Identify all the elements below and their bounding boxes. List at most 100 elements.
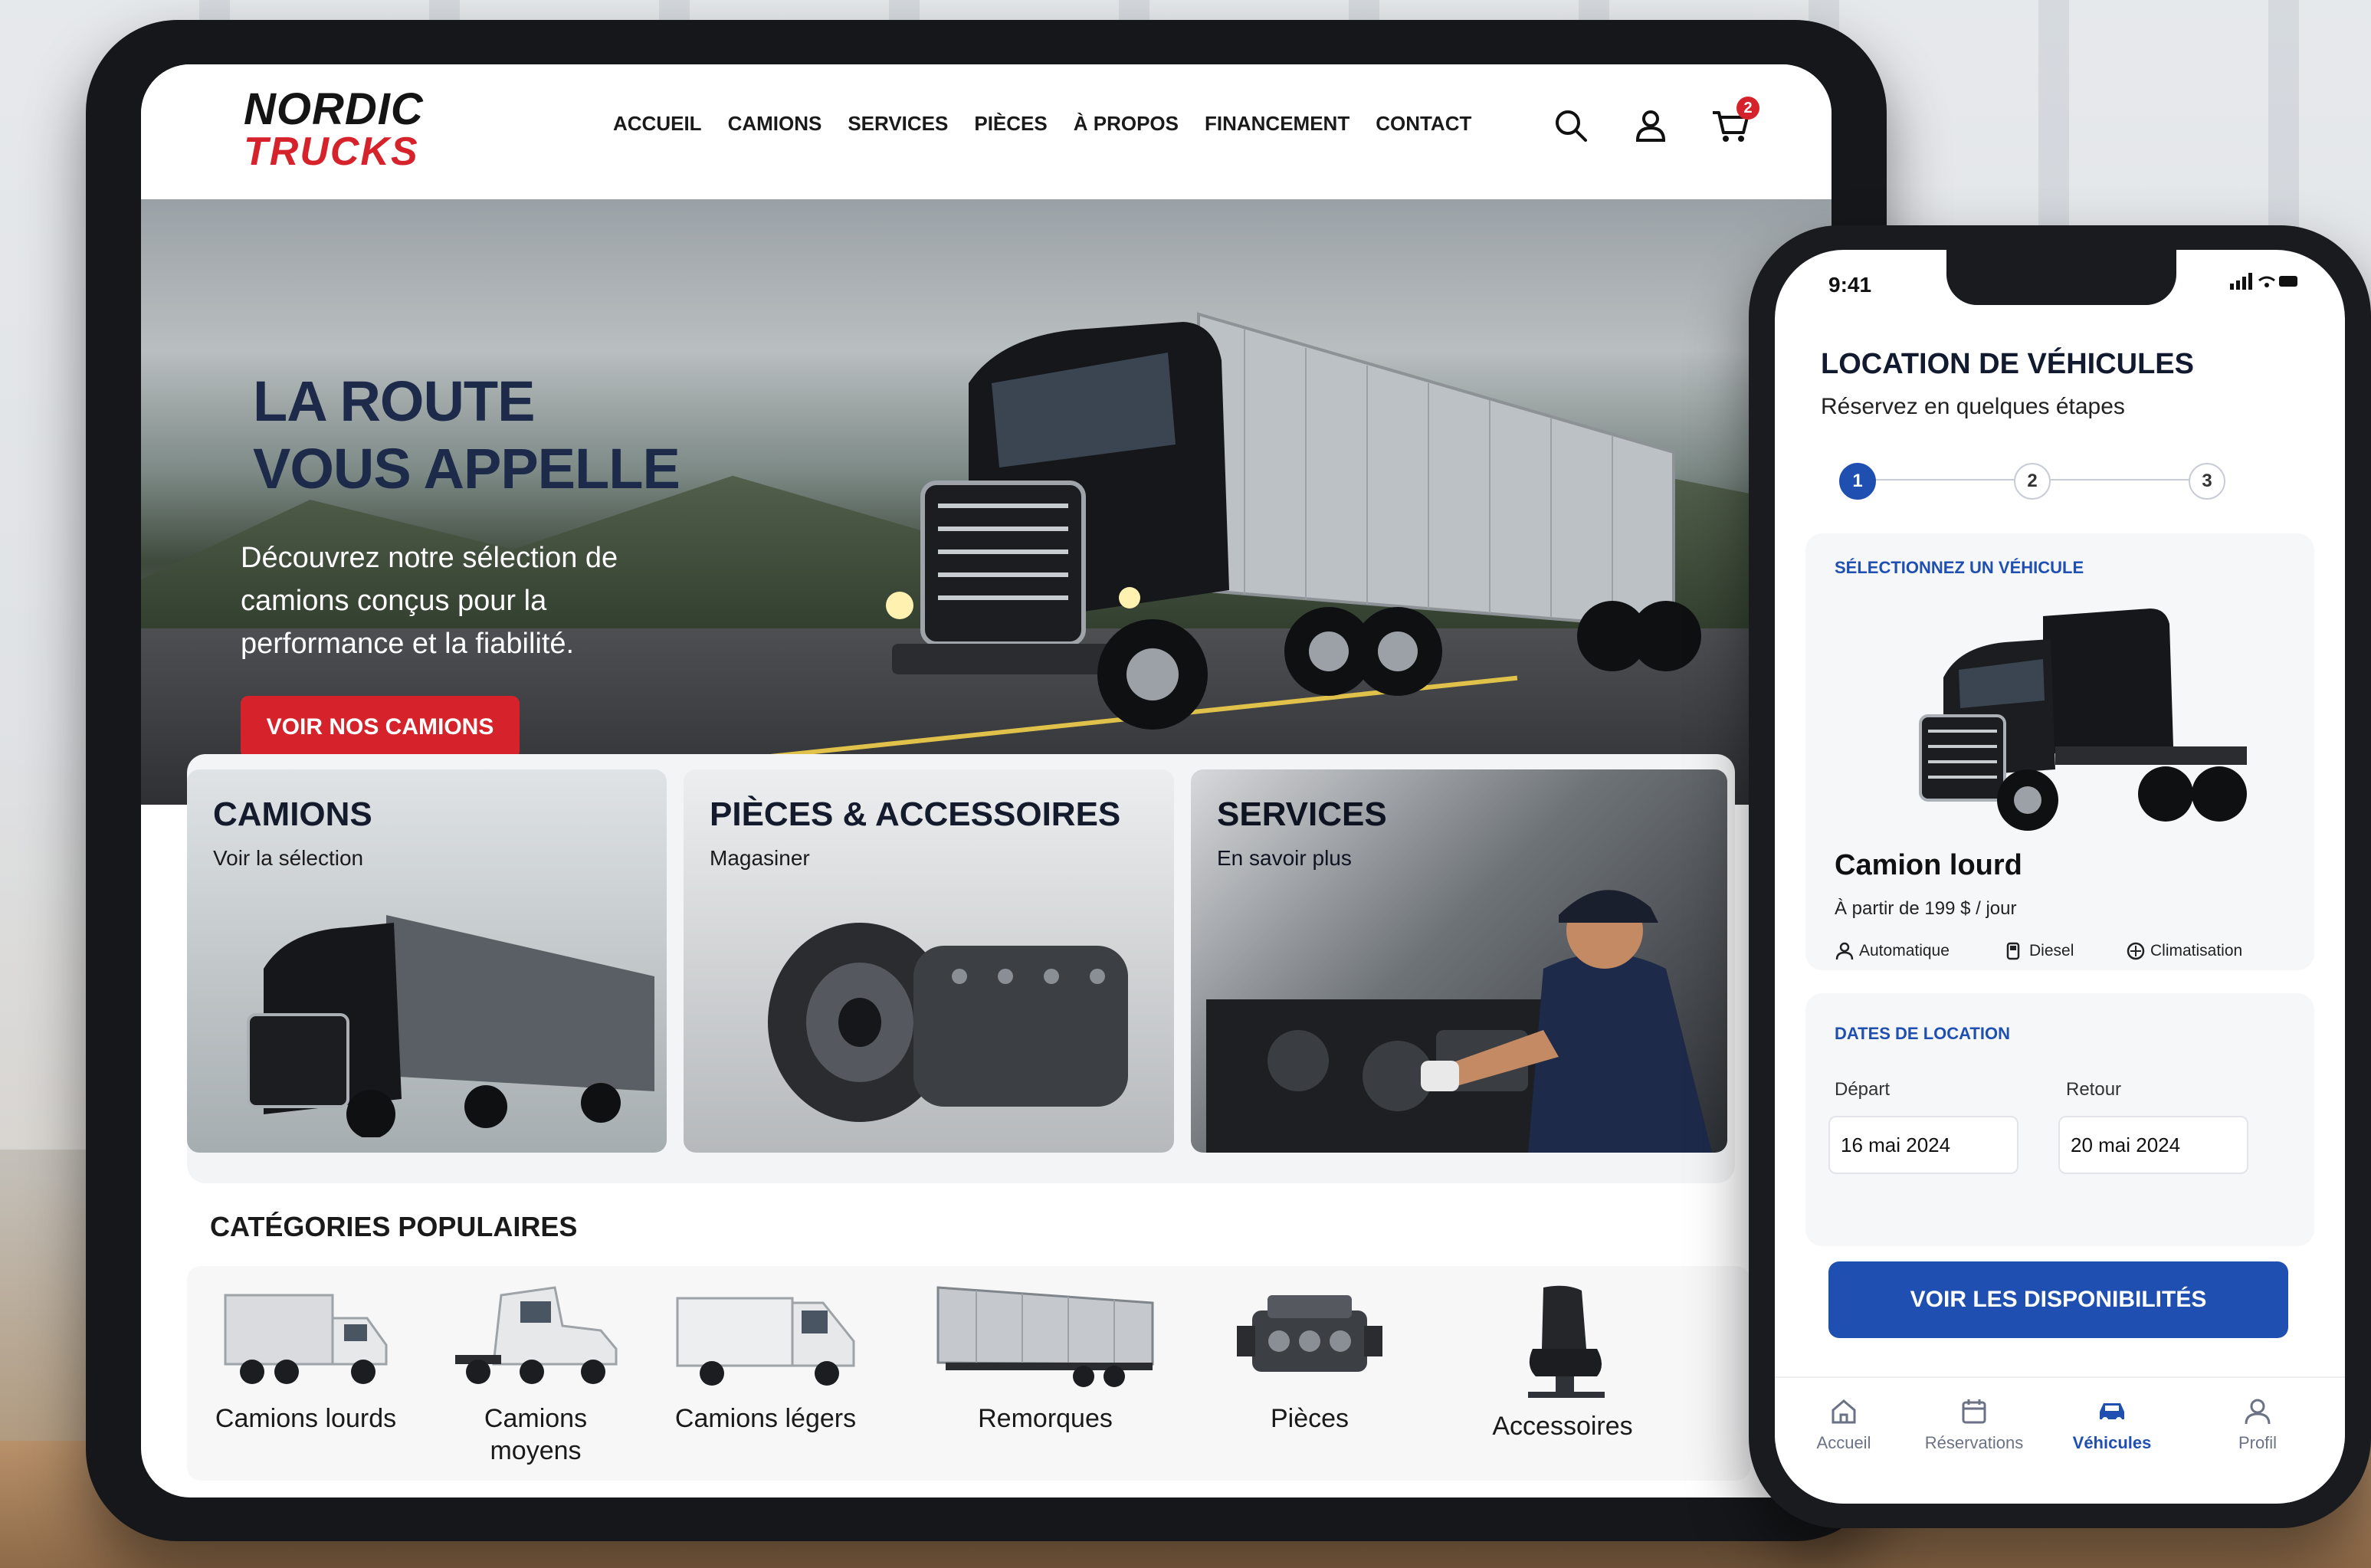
return-date-field[interactable]: 20 mai 2024 [2058, 1116, 2248, 1174]
category-label: Camions moyens [484, 1404, 588, 1465]
vehicle-name: Camion lourd [1835, 849, 2022, 881]
vehicle-price: À partir de 199 $ / jour [1835, 898, 2017, 919]
tab-reservations[interactable]: Réservations [1920, 1396, 2028, 1453]
category-camions-moyens[interactable]: Camions moyens [440, 1280, 631, 1467]
feature-automatique: Automatique [1835, 941, 1950, 961]
card-camions[interactable]: CAMIONS Voir la sélection [187, 769, 667, 1153]
tab-label: Profil [2238, 1433, 2278, 1452]
hero-truck-image [886, 312, 1701, 730]
hero-banner: LA ROUTE VOUS APPELLE Découvrez notre sé… [141, 199, 1832, 805]
nav-a-propos[interactable]: À PROPOS [1074, 112, 1179, 136]
feature-label: Diesel [2029, 942, 2074, 959]
category-label: Accessoires [1492, 1412, 1633, 1441]
card-mechanic-image [1206, 890, 1712, 1153]
rental-title: LOCATION DE VÉHICULES [1821, 348, 2194, 380]
transmission-icon [1835, 942, 1854, 960]
seat-icon [1528, 1285, 1605, 1398]
card-pieces-title: PIÈCES & ACCESSOIRES [710, 795, 1121, 833]
stepper: 1 2 3 [1839, 457, 2253, 503]
card-services[interactable]: SERVICES En savoir plus [1191, 769, 1727, 1153]
category-camions-legers[interactable]: Camions légers [670, 1280, 861, 1435]
car-icon [2100, 1403, 2124, 1423]
site-header: NORDIC TRUCKS ACCUEIL CAMIONS SERVICES P… [141, 64, 1832, 199]
light-truck-icon [676, 1297, 855, 1386]
home-icon [1832, 1399, 1856, 1424]
tab-label: Accueil [1816, 1433, 1871, 1452]
card-camions-subtitle[interactable]: Voir la sélection [213, 846, 363, 871]
trailer-icon [936, 1286, 1154, 1387]
nav-pieces[interactable]: PIÈCES [974, 112, 1047, 136]
step-3[interactable]: 3 [2189, 463, 2225, 500]
card-services-title: SERVICES [1217, 795, 1387, 833]
profile-icon [2245, 1399, 2271, 1425]
bottom-tab-bar: Accueil Réservations Véhicules Profil [1775, 1376, 2345, 1504]
phone-screen: 9:41 LOCATION DE VÉHICULES Réservez en q… [1775, 250, 2345, 1504]
card-truck-image [247, 915, 654, 1137]
nav-accueil[interactable]: ACCUEIL [613, 112, 702, 136]
category-label: Camions légers [674, 1404, 857, 1433]
tab-accueil[interactable]: Accueil [1790, 1396, 1897, 1453]
nav-services[interactable]: SERVICES [848, 112, 948, 136]
category-pieces[interactable]: Pièces [1214, 1280, 1405, 1435]
hero-description: Découvrez notre sélection de camions con… [241, 542, 618, 660]
feature-label: Automatique [1859, 942, 1950, 959]
user-icon[interactable] [1629, 104, 1672, 147]
search-icon[interactable] [1550, 104, 1592, 147]
nav-camions[interactable]: CAMIONS [728, 112, 822, 136]
tab-profil[interactable]: Profil [2204, 1396, 2311, 1453]
status-icons [2230, 273, 2299, 294]
return-label: Retour [2066, 1079, 2122, 1100]
rental-subtitle: Réservez en quelques étapes [1821, 394, 2125, 419]
vehicle-selection-card[interactable]: SÉLECTIONNEZ UN VÉHICULE Camion lourd À … [1805, 533, 2314, 970]
feature-label: Climatisation [2150, 942, 2243, 959]
phone-device: 9:41 LOCATION DE VÉHICULES Réservez en q… [1749, 225, 2371, 1528]
popular-categories-title: CATÉGORIES POPULAIRES [210, 1211, 578, 1242]
card-services-subtitle[interactable]: En savoir plus [1217, 846, 1352, 871]
card-pieces-accessoires[interactable]: PIÈCES & ACCESSOIRES Magasiner [684, 769, 1174, 1153]
category-label: Camions lourds [215, 1404, 397, 1433]
signal-icon [2230, 273, 2297, 290]
feature-diesel: Diesel [2005, 941, 2074, 961]
hero-title-line-2: VOUS APPELLE [253, 437, 680, 500]
category-camions-lourds[interactable]: Camions lourds [210, 1280, 402, 1435]
step-2[interactable]: 2 [2014, 463, 2051, 500]
category-label: Pièces [1270, 1404, 1349, 1433]
feature-cards: CAMIONS Voir la sélection PIÈCES & ACCES… [187, 754, 1735, 1183]
medium-truck-icon [455, 1286, 618, 1384]
card-pieces-subtitle[interactable]: Magasiner [710, 846, 810, 871]
tab-label: Véhicules [2072, 1433, 2152, 1452]
tablet-device: NORDIC TRUCKS ACCUEIL CAMIONS SERVICES P… [86, 20, 1887, 1541]
vehicle-truck-image [1919, 609, 2247, 831]
tablet-screen: NORDIC TRUCKS ACCUEIL CAMIONS SERVICES P… [141, 64, 1832, 1497]
phone-notch [1946, 250, 2176, 305]
voir-les-disponibilites-button[interactable]: VOIR LES DISPONIBILITÉS [1828, 1261, 2288, 1338]
tab-label: Réservations [1924, 1433, 2024, 1452]
select-vehicle-label: SÉLECTIONNEZ UN VÉHICULE [1835, 558, 2084, 577]
nordic-trucks-logo[interactable]: NORDIC TRUCKS [244, 87, 424, 172]
logo-line-1: NORDIC [244, 84, 424, 134]
departure-label: Départ [1835, 1079, 1891, 1100]
departure-date-field[interactable]: 16 mai 2024 [1828, 1116, 2018, 1174]
nav-contact[interactable]: CONTACT [1376, 112, 1471, 136]
nav-financement[interactable]: FINANCEMENT [1205, 112, 1349, 136]
voir-nos-camions-button[interactable]: VOIR NOS CAMIONS [241, 696, 520, 759]
main-nav: ACCUEIL CAMIONS SERVICES PIÈCES À PROPOS… [613, 112, 1471, 136]
status-time: 9:41 [1828, 273, 1872, 297]
heavy-truck-icon [224, 1294, 388, 1384]
category-accessoires[interactable]: Accessoires [1467, 1280, 1658, 1442]
step-1[interactable]: 1 [1839, 463, 1876, 500]
logo-line-2: TRUCKS [244, 130, 419, 174]
header-icons: 2 [1550, 97, 1759, 147]
rental-dates-label: DATES DE LOCATION [1835, 1024, 2010, 1043]
card-gearbox-image [768, 923, 1128, 1122]
hero-title: LA ROUTE VOUS APPELLE [253, 368, 680, 503]
fuel-icon [2006, 942, 2020, 960]
engine-icon [1237, 1295, 1382, 1372]
category-remorques[interactable]: Remorques [923, 1280, 1168, 1435]
tab-vehicules[interactable]: Véhicules [2058, 1396, 2166, 1453]
cart-icon[interactable]: 2 [1709, 97, 1759, 147]
calendar-icon [1962, 1399, 1986, 1424]
cart-count-badge: 2 [1736, 97, 1759, 120]
rental-dates-card: DATES DE LOCATION Départ 16 mai 2024 Ret… [1805, 993, 2314, 1246]
card-camions-title: CAMIONS [213, 795, 372, 833]
